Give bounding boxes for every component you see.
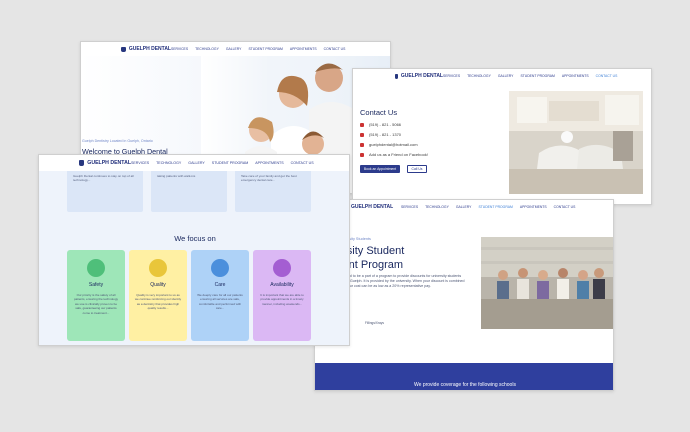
book-appointment-button[interactable]: Book an Appointment	[360, 165, 400, 173]
focus-heading: We focus on	[174, 234, 216, 243]
nav-services[interactable]: SERVICES	[171, 47, 188, 51]
info-card-3: Take care of your family and get the bes…	[235, 171, 311, 212]
nav-services[interactable]: SERVICES	[401, 205, 418, 209]
nav-gallery[interactable]: GALLERY	[226, 47, 242, 51]
nav-contact-us[interactable]: CONTACT US	[596, 74, 618, 78]
focus-card-title: Availability	[270, 282, 294, 288]
focus-card-title: Care	[214, 282, 226, 288]
focus-card-description: Our priority is the safety of all patien…	[73, 293, 119, 315]
phone-row-1[interactable]: (519) - 821 - 5066	[360, 122, 401, 127]
nav-student-program[interactable]: STUDENT PROGRAM	[478, 205, 512, 209]
nav-services[interactable]: SERVICES	[443, 74, 460, 78]
focus-card-title: Quality	[150, 282, 166, 288]
nav-appointments[interactable]: APPOINTMENTS	[255, 161, 283, 165]
focus-card-quality: Quality Quality is very important to us …	[129, 250, 187, 341]
nav-services[interactable]: SERVICES	[131, 161, 149, 165]
nav-contact-us[interactable]: CONTACT US	[324, 47, 346, 51]
focus-card-description: It is important that we are able to prov…	[260, 293, 304, 306]
focus-nav: GUELPH DENTAL SERVICES TECHNOLOGY GALLER…	[39, 155, 349, 171]
contact-screenshot: GUELPH DENTAL SERVICES TECHNOLOGY GALLER…	[352, 68, 652, 205]
focus-card-description: We deeply care for all our patients ensu…	[197, 293, 243, 311]
heart-icon	[211, 259, 229, 277]
hero-tagline: Guelph Dentistry Located in Guelph, Onta…	[82, 139, 153, 143]
nav-technology[interactable]: TECHNOLOGY	[156, 161, 181, 165]
nav-technology[interactable]: TECHNOLOGY	[425, 205, 449, 209]
nav-appointments[interactable]: APPOINTMENTS	[290, 47, 317, 51]
contact-nav: GUELPH DENTAL SERVICES TECHNOLOGY GALLER…	[353, 69, 651, 83]
nav-appointments[interactable]: APPOINTMENTS	[562, 74, 589, 78]
hero-nav: GUELPH DENTAL SERVICES TECHNOLOGY GALLER…	[81, 42, 390, 56]
nav-gallery[interactable]: GALLERY	[188, 161, 205, 165]
facebook-icon	[360, 152, 364, 157]
students-photo	[481, 237, 613, 329]
tooth-icon	[149, 259, 167, 277]
nav-contact-us[interactable]: CONTACT US	[291, 161, 314, 165]
fax-icon	[360, 132, 364, 137]
brand-logo[interactable]: GUELPH DENTAL	[121, 46, 171, 52]
focus-screenshot: GUELPH DENTAL SERVICES TECHNOLOGY GALLER…	[38, 154, 350, 346]
brand-logo[interactable]: GUELPH DENTAL	[343, 204, 401, 210]
focus-card-care: Care We deeply care for all our patients…	[191, 250, 249, 341]
schools-band: We provide coverage for the following sc…	[315, 363, 613, 390]
fillings-label: Fillings/Xrays	[365, 321, 384, 325]
email-row[interactable]: guelphdental@hotmail.com	[360, 142, 418, 147]
nav-appointments[interactable]: APPOINTMENTS	[520, 205, 547, 209]
focus-card-availability: Availability It is important that we are…	[253, 250, 311, 341]
calendar-icon	[273, 259, 291, 277]
nav-gallery[interactable]: GALLERY	[456, 205, 472, 209]
tooth-icon	[121, 46, 126, 52]
brand-logo[interactable]: GUELPH DENTAL	[395, 73, 443, 79]
tooth-icon	[79, 160, 85, 166]
clinic-photo	[509, 91, 643, 194]
program-nav: GUELPH DENTAL SERVICES TECHNOLOGY GALLER…	[315, 200, 613, 214]
focus-card-safety: Safety Our priority is the safety of all…	[67, 250, 125, 341]
nav-student-program[interactable]: STUDENT PROGRAM	[212, 161, 248, 165]
facebook-row[interactable]: Add us as a Friend on Facebook!	[360, 152, 428, 157]
focus-card-title: Safety	[88, 282, 104, 288]
nav-gallery[interactable]: GALLERY	[498, 74, 514, 78]
brand-logo[interactable]: GUELPH DENTAL	[79, 160, 131, 166]
phone-icon	[360, 122, 364, 127]
shield-icon	[87, 259, 105, 277]
nav-student-program[interactable]: STUDENT PROGRAM	[248, 47, 282, 51]
nav-contact-us[interactable]: CONTACT US	[554, 205, 576, 209]
focus-card-description: Quality is very important to us as we co…	[134, 293, 182, 311]
call-us-button[interactable]: Call Us	[407, 165, 427, 173]
info-card-1: Guelph Dental continues to stay on top o…	[67, 171, 143, 212]
info-card-2: taking patients with walk-ins	[151, 171, 227, 212]
nav-technology[interactable]: TECHNOLOGY	[467, 74, 491, 78]
email-icon	[360, 142, 364, 147]
student-program-screenshot: GUELPH DENTAL SERVICES TECHNOLOGY GALLER…	[314, 199, 614, 391]
tooth-icon	[395, 73, 398, 79]
nav-student-program[interactable]: STUDENT PROGRAM	[520, 74, 554, 78]
nav-technology[interactable]: TECHNOLOGY	[195, 47, 219, 51]
contact-title: Contact Us	[360, 108, 398, 117]
phone-row-2[interactable]: (519) - 821 - 1370	[360, 132, 401, 137]
